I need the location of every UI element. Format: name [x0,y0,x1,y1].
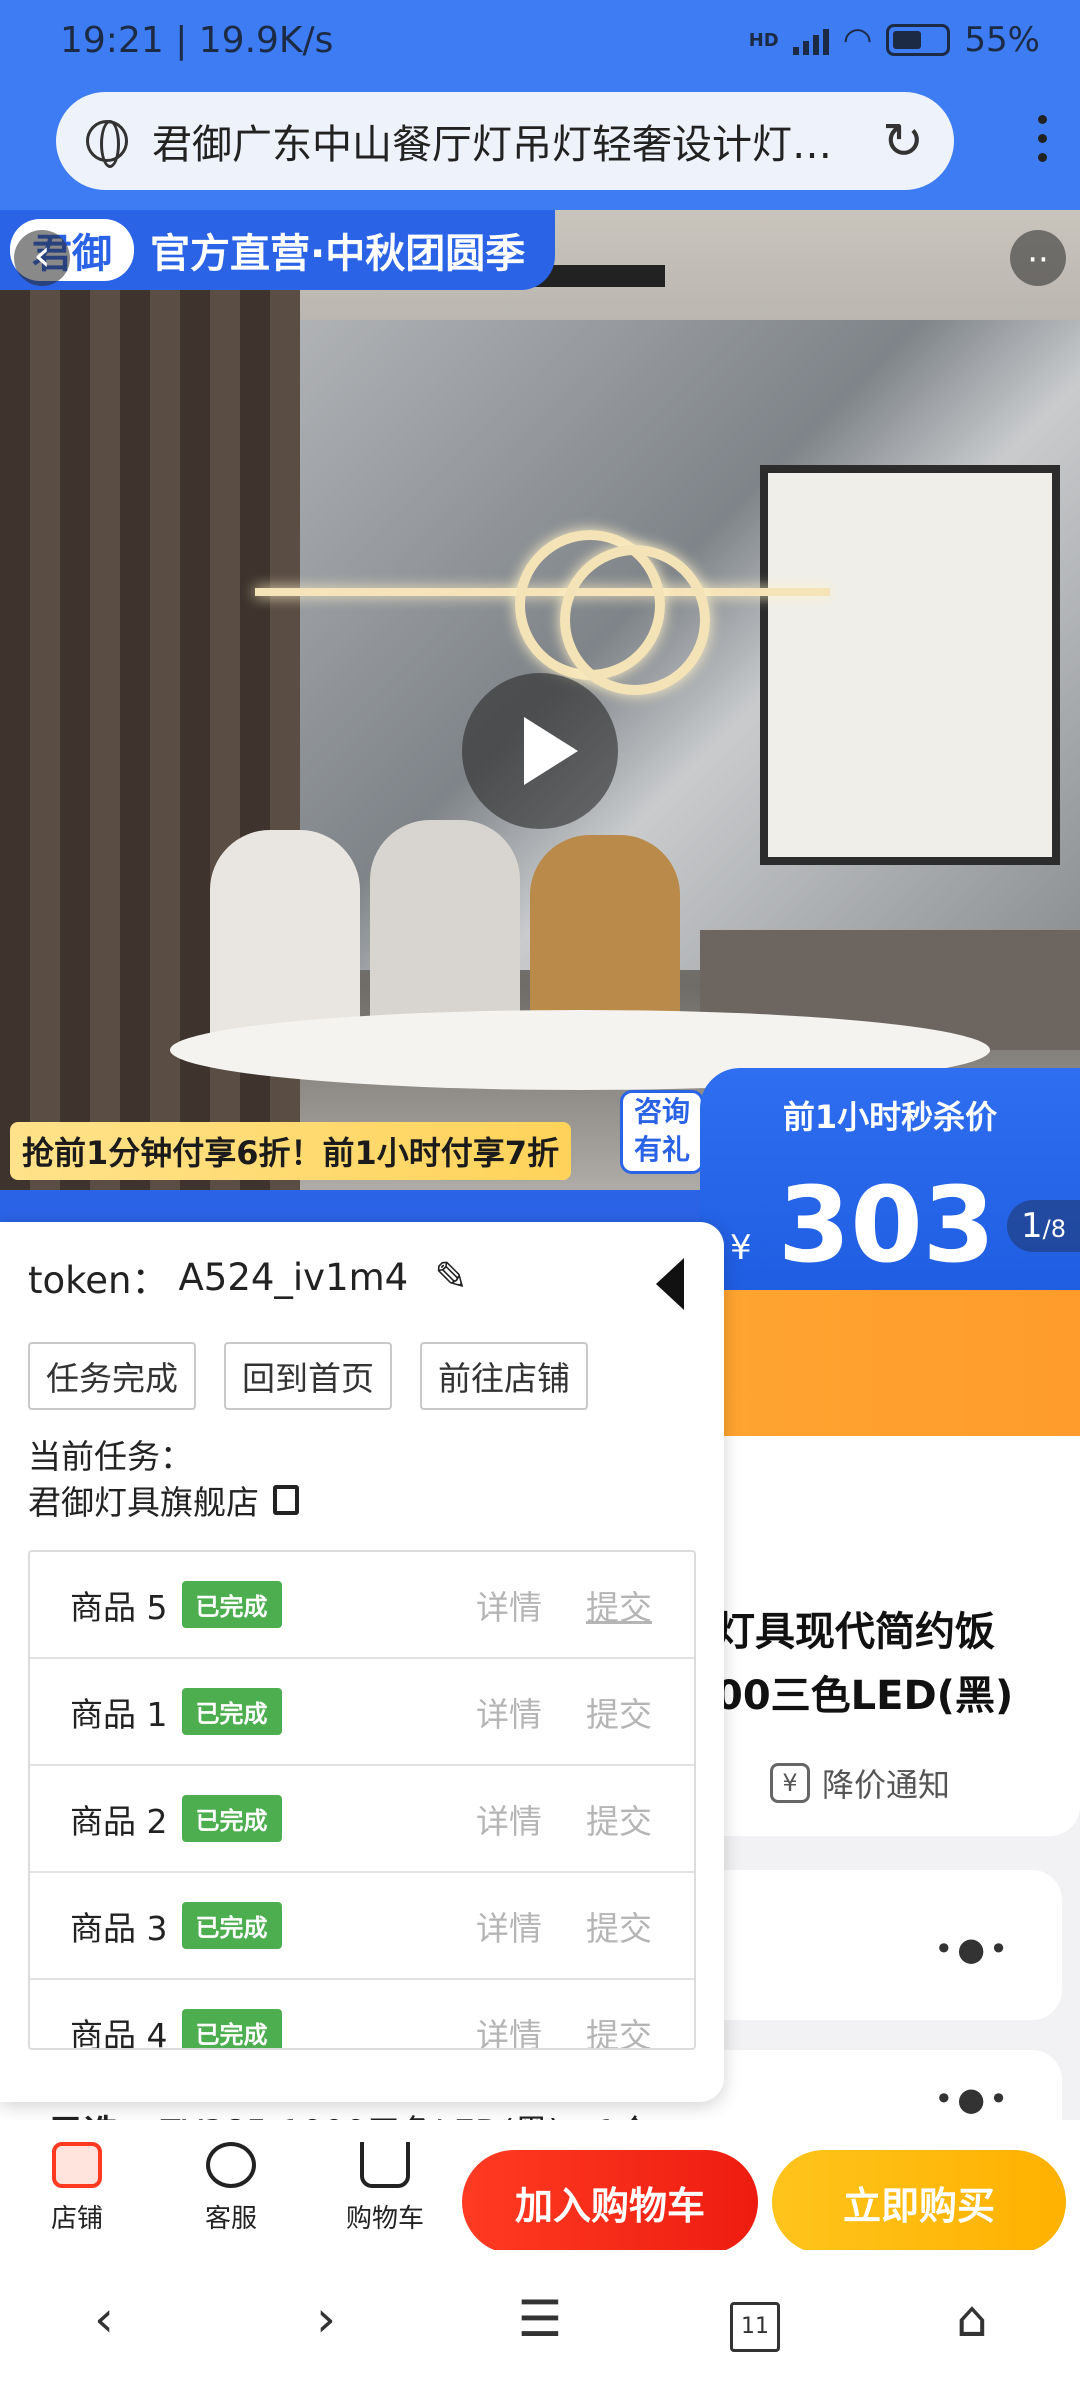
detail-link[interactable]: 详情 [476,1795,542,1843]
status-badge: 已完成 [181,1902,282,1949]
nav-forward-icon[interactable]: › [286,2290,366,2348]
flash-price-box: 前1小时秒杀价 ¥ 303 [700,1068,1080,1320]
price-label: 前1小时秒杀价 [782,1098,998,1136]
brand-banner-text: 官方直营·中秋团圆季 [150,231,526,277]
wifi-icon: ◠ [842,20,873,60]
status-badge: 已完成 [181,1795,282,1842]
hd-indicator: HD [748,29,779,51]
edit-icon[interactable]: ✎ [434,1254,468,1300]
cart-icon [360,2142,410,2188]
task-item-row: 商品 2 已完成 详情 提交 [30,1766,694,1873]
tab-cart[interactable]: 购物车 [330,2142,440,2235]
yen-bell-icon: ¥ [770,1763,810,1803]
wall-art [760,465,1060,865]
more-icon[interactable]: ·· [1010,230,1066,286]
submit-link[interactable]: 提交 [586,1902,652,1950]
url-title[interactable]: 君御广东中山餐厅灯吊灯轻奢设计灯… [152,112,862,170]
submit-link[interactable]: 提交 [586,2009,652,2049]
image-pager: 1/8 [1007,1200,1080,1252]
task-item-row: 商品 5 已完成 详情 提交 [30,1552,694,1659]
token-value: A524_iv1m4 [178,1255,409,1299]
add-to-cart-button[interactable]: 加入购物车 [462,2150,758,2254]
detail-link[interactable]: 详情 [476,1688,542,1736]
go-to-shop-button[interactable]: 前往店铺 [420,1342,588,1410]
browser-top-bar: 19:21 | 19.9K/s HD ◠ 55% 君御广东中山餐厅灯吊灯轻奢设计… [0,0,1080,210]
task-panel: token： A524_iv1m4 ✎ 任务完成 回到首页 前往店铺 当前任务：… [0,1222,724,2102]
task-item-list: 商品 5 已完成 详情 提交 商品 1 已完成 详情 提交 商品 2 已完成 详… [28,1550,696,2050]
battery-level: 55% [964,20,1040,60]
nav-home-icon[interactable]: ⌂ [932,2290,1012,2348]
brand-banner: 君御 官方直营·中秋团圆季 [0,210,556,290]
nav-menu-icon[interactable]: ☰ [500,2290,580,2348]
nav-tabs-icon[interactable]: 11 [730,2302,780,2352]
token-row: token： A524_iv1m4 ✎ [28,1250,468,1304]
token-label: token： [28,1259,169,1302]
more-dots-icon: •●• [934,2080,1012,2118]
price-notify-button[interactable]: ¥ 降价通知 [770,1760,950,1806]
reload-icon[interactable]: ↻ [882,112,924,170]
more-dots-icon: •●• [934,1930,1012,1968]
copy-icon[interactable] [267,1485,299,1529]
product-hero-image[interactable]: 君御 官方直营·中秋团圆季 ‹ ·· 抢前1分钟付享6折！前1小时付享7折 咨询… [0,210,1080,1320]
browser-menu-icon[interactable] [1038,115,1048,172]
tab-service[interactable]: 客服 [176,2142,286,2235]
detail-link[interactable]: 详情 [476,2009,542,2049]
price-symbol: ¥ [730,1228,752,1268]
tab-shop[interactable]: 店铺 [22,2142,132,2235]
status-badge: 已完成 [181,1688,282,1735]
task-item-row: 商品 1 已完成 详情 提交 [30,1659,694,1766]
url-bar[interactable]: 君御广东中山餐厅灯吊灯轻奢设计灯… ↻ [56,92,954,190]
current-task-label: 当前任务： [28,1437,193,1476]
bottom-action-bar: 店铺 客服 购物车 加入购物车 立即购买 [0,2120,1080,2254]
status-badge: 已完成 [181,2009,282,2048]
signal-icon [792,25,829,55]
detail-link[interactable]: 详情 [476,1902,542,1950]
task-item-row: 商品 4 已完成 详情 提交 [30,1980,694,2049]
task-complete-button[interactable]: 任务完成 [28,1342,196,1410]
video-play-button[interactable] [462,673,618,829]
status-badge: 已完成 [181,1581,282,1628]
price-value: 303 [778,1164,996,1286]
nav-back-icon[interactable]: ‹ [64,2290,144,2348]
detail-link[interactable]: 详情 [476,1581,542,1629]
system-nav-bar: ‹ › ☰ 11 ⌂ [0,2250,1080,2400]
consult-badge[interactable]: 咨询有礼 [620,1090,704,1174]
collapse-panel-icon[interactable] [656,1258,684,1310]
promo-strip: 抢前1分钟付享6折！前1小时付享7折 [10,1122,572,1180]
status-time-speed: 19:21 | 19.9K/s [60,20,334,61]
shop-icon [52,2142,102,2188]
buy-now-button[interactable]: 立即购买 [772,2150,1066,2254]
task-item-row: 商品 3 已完成 详情 提交 [30,1873,694,1980]
submit-link[interactable]: 提交 [586,1581,652,1629]
back-home-button[interactable]: 回到首页 [224,1342,392,1410]
submit-link[interactable]: 提交 [586,1795,652,1843]
product-title: 灯具现代简约饭 00三色LED(黑) [715,1609,1014,1719]
service-icon [206,2142,256,2188]
submit-link[interactable]: 提交 [586,1688,652,1736]
status-icons: HD ◠ 55% [749,20,1040,60]
current-task-shop: 君御灯具旗舰店 [28,1476,299,1529]
globe-icon [86,120,128,168]
battery-icon [886,24,951,56]
back-icon[interactable]: ‹ [14,230,70,286]
